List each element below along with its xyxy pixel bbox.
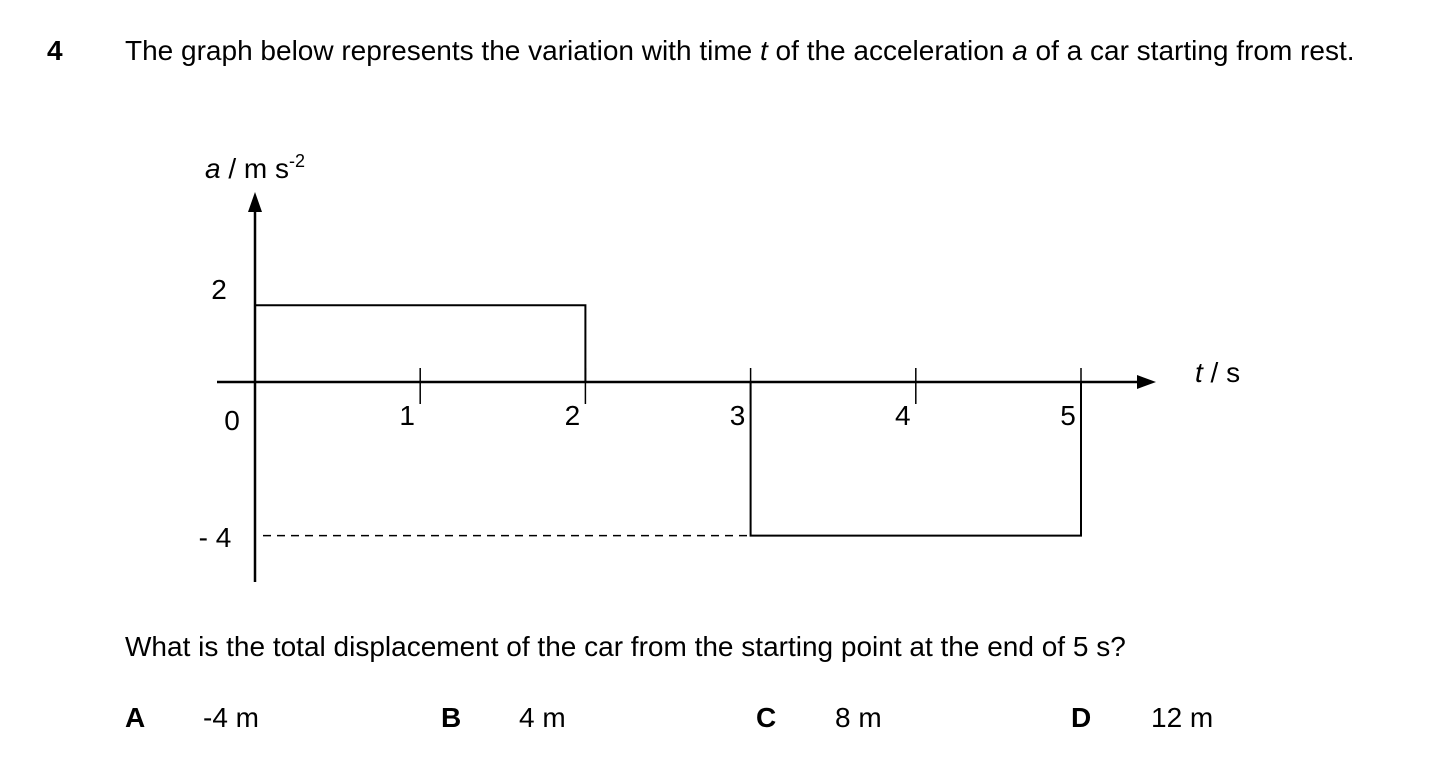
x-tick-label-5: 5 (1060, 400, 1076, 431)
x-axis-arrowhead (1137, 375, 1156, 389)
x-tick-label-4: 4 (895, 400, 911, 431)
y-tick-label-2: 2 (211, 274, 227, 305)
x-axis-label: t / s (1195, 357, 1240, 388)
y-axis-label-var: a (205, 153, 221, 184)
acceleration-trace (254, 304, 1082, 537)
option-d-text[interactable]: 12 m (1151, 701, 1213, 735)
y-axis-label: a / m s-2 (205, 151, 305, 184)
option-c-letter[interactable]: C (756, 701, 776, 735)
x-axis-label-unit: / s (1203, 357, 1240, 388)
x-ticks: 1 2 3 4 5 (399, 368, 1082, 431)
option-c-text[interactable]: 8 m (835, 701, 882, 735)
x-tick-label-1: 1 (399, 400, 415, 431)
x-tick-label-2: 2 (565, 400, 581, 431)
option-b-letter[interactable]: B (441, 701, 461, 735)
option-d-letter[interactable]: D (1071, 701, 1091, 735)
question-ask: What is the total displacement of the ca… (125, 631, 1126, 662)
y-axis-label-exp: -2 (289, 151, 305, 171)
option-a-letter[interactable]: A (125, 701, 145, 735)
y-tick-label-neg4: - 4 (199, 522, 232, 553)
option-b-text[interactable]: 4 m (519, 701, 566, 735)
origin-label: 0 (224, 405, 240, 436)
option-a-text[interactable]: -4 m (203, 701, 259, 735)
y-axis-label-unit: / m s (221, 153, 289, 184)
x-tick-label-3: 3 (730, 400, 746, 431)
y-axis-arrowhead (248, 192, 262, 212)
